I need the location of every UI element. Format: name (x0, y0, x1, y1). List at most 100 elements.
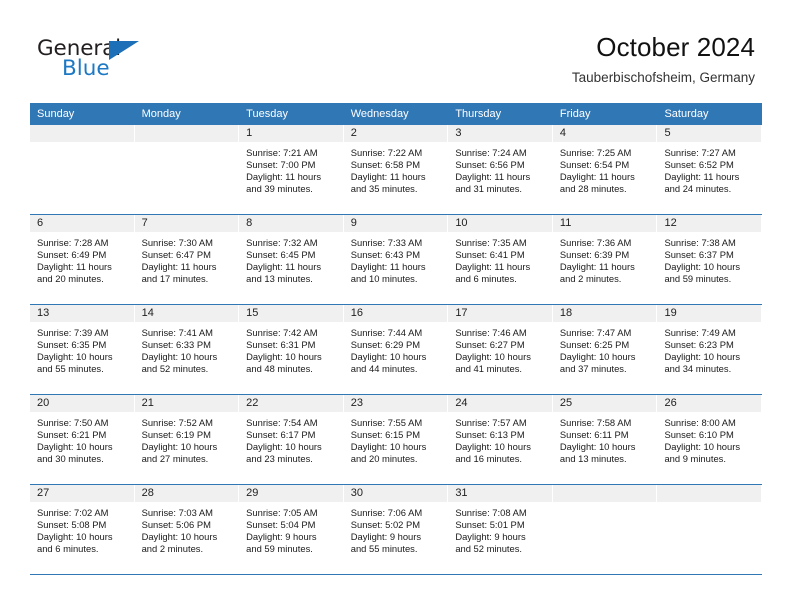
day-number: 12 (657, 215, 762, 232)
calendar-day-cell[interactable]: 15 Sunrise: 7:42 AM Sunset: 6:31 PM Dayligh… (239, 305, 344, 394)
day-number: 7 (134, 215, 239, 232)
calendar-day-cell[interactable]: 2 Sunrise: 7:22 AM Sunset: 6:58 PM Daylight… (343, 125, 449, 214)
day-sun-info (135, 142, 239, 147)
calendar-day-cell[interactable]: 9 Sunrise: 7:33 AM Sunset: 6:43 PM Daylight… (343, 215, 449, 304)
daylight-line-cont: and 55 minutes. (37, 363, 104, 375)
daylight-line-cont: and 6 minutes. (455, 273, 517, 285)
daylight-line-cont: and 24 minutes. (664, 183, 732, 195)
calendar-day-cell[interactable]: 23 Sunrise: 7:55 AM Sunset: 6:15 PM Dayligh… (343, 395, 449, 484)
daylight-line: Daylight: 10 hours (141, 441, 218, 453)
daylight-line: Daylight: 11 hours (455, 261, 531, 273)
sunrise-line: Sunrise: 8:00 AM (664, 417, 736, 428)
calendar-day-cell[interactable]: 14 Sunrise: 7:41 AM Sunset: 6:33 PM Dayligh… (134, 305, 240, 394)
day-number: 22 (239, 395, 343, 412)
calendar-day-cell[interactable]: 8 Sunrise: 7:32 AM Sunset: 6:45 PM Daylight… (239, 215, 344, 304)
calendar-weeks: 1 Sunrise: 7:21 AM Sunset: 7:00 PM Daylight… (30, 125, 763, 575)
calendar-day-cell[interactable]: 17 Sunrise: 7:46 AM Sunset: 6:27 PM Dayligh… (448, 305, 553, 394)
daylight-line-cont: and 6 minutes. (37, 543, 99, 555)
sunset-line: Sunset: 6:17 PM (246, 429, 316, 441)
daylight-line: Daylight: 11 hours (350, 171, 426, 183)
calendar-day-cell[interactable]: 28 Sunrise: 7:03 AM Sunset: 5:06 PM Dayligh… (134, 485, 240, 574)
calendar-day-cell[interactable]: 12 Sunrise: 7:38 AM Sunset: 6:37 PM Dayligh… (657, 215, 763, 304)
calendar-day-cell[interactable]: 5 Sunrise: 7:27 AM Sunset: 6:52 PM Daylight… (657, 125, 763, 214)
day-sun-info: Sunrise: 7:05 AM Sunset: 5:04 PM Daylight:… (239, 502, 343, 555)
day-number: 26 (657, 395, 762, 412)
sunrise-line: Sunrise: 7:49 AM (664, 327, 736, 338)
day-sun-info: Sunrise: 7:55 AM Sunset: 6:15 PM Daylight:… (344, 412, 448, 465)
weekday-header-tuesday: Tuesday (246, 108, 288, 120)
day-sun-info: Sunrise: 7:52 AM Sunset: 6:19 PM Daylight:… (135, 412, 239, 465)
calendar-day-cell[interactable]: 20 Sunrise: 7:50 AM Sunset: 6:21 PM Dayligh… (30, 395, 135, 484)
day-number: 2 (343, 125, 448, 142)
daylight-line-cont: and 13 minutes. (559, 453, 627, 465)
day-sun-info: Sunrise: 7:24 AM Sunset: 6:56 PM Daylight:… (448, 142, 552, 195)
calendar-day-cell[interactable]: 18 Sunrise: 7:47 AM Sunset: 6:25 PM Dayligh… (552, 305, 658, 394)
calendar-week-row: 6 Sunrise: 7:28 AM Sunset: 6:49 PM Daylight… (30, 215, 763, 305)
calendar-day-cell[interactable]: 6 Sunrise: 7:28 AM Sunset: 6:49 PM Daylight… (30, 215, 135, 304)
day-number (134, 125, 239, 142)
sunset-line: Sunset: 6:43 PM (350, 249, 421, 261)
sunset-line: Sunset: 6:58 PM (350, 159, 421, 171)
calendar-day-cell[interactable]: 22 Sunrise: 7:54 AM Sunset: 6:17 PM Dayligh… (239, 395, 344, 484)
calendar-day-cell[interactable]: 13 Sunrise: 7:39 AM Sunset: 6:35 PM Dayligh… (30, 305, 135, 394)
day-sun-info: Sunrise: 7:03 AM Sunset: 5:06 PM Daylight:… (135, 502, 239, 555)
general-blue-logo[interactable]: General Blue (37, 38, 167, 86)
calendar-week-row: 13 Sunrise: 7:39 AM Sunset: 6:35 PM Dayligh… (30, 305, 763, 395)
daylight-line: Daylight: 11 hours (350, 261, 426, 273)
day-number: 24 (448, 395, 552, 412)
weekday-header-monday: Monday (141, 108, 181, 120)
daylight-line: Daylight: 10 hours (664, 441, 741, 453)
daylight-line-cont: and 23 minutes. (246, 453, 313, 465)
sunset-line: Sunset: 6:31 PM (246, 339, 316, 351)
sunset-line: Sunset: 6:45 PM (246, 249, 316, 261)
sunrise-line: Sunrise: 7:35 AM (455, 237, 527, 248)
sunrise-line: Sunrise: 7:55 AM (350, 417, 423, 428)
day-number: 19 (657, 305, 762, 322)
sunset-line: Sunset: 6:23 PM (664, 339, 734, 351)
calendar-day-cell[interactable]: 31 Sunrise: 7:08 AM Sunset: 5:01 PM Dayligh… (448, 485, 553, 574)
daylight-line: Daylight: 10 hours (37, 531, 113, 543)
sunrise-line: Sunrise: 7:27 AM (664, 147, 736, 158)
day-sun-info: Sunrise: 7:46 AM Sunset: 6:27 PM Daylight:… (448, 322, 552, 375)
day-sun-info (657, 502, 761, 507)
day-number (30, 125, 134, 142)
daylight-line: Daylight: 9 hours (455, 531, 526, 543)
day-number: 4 (552, 125, 657, 142)
daylight-line-cont: and 20 minutes. (37, 273, 104, 285)
calendar-day-cell[interactable]: 25 Sunrise: 7:58 AM Sunset: 6:11 PM Dayligh… (552, 395, 658, 484)
sunrise-line: Sunrise: 7:05 AM (246, 507, 318, 518)
calendar-day-cell[interactable]: 7 Sunrise: 7:30 AM Sunset: 6:47 PM Daylight… (134, 215, 240, 304)
calendar-empty-cell (30, 125, 135, 214)
daylight-line: Daylight: 10 hours (37, 441, 113, 453)
sunrise-line: Sunrise: 7:32 AM (246, 237, 318, 248)
calendar-day-cell[interactable]: 29 Sunrise: 7:05 AM Sunset: 5:04 PM Dayligh… (239, 485, 344, 574)
calendar-day-cell[interactable]: 4 Sunrise: 7:25 AM Sunset: 6:54 PM Daylight… (552, 125, 658, 214)
daylight-line-cont: and 48 minutes. (246, 363, 313, 375)
day-sun-info: Sunrise: 7:57 AM Sunset: 6:13 PM Daylight:… (448, 412, 552, 465)
calendar-empty-cell (134, 125, 240, 214)
calendar-day-cell[interactable]: 19 Sunrise: 7:49 AM Sunset: 6:23 PM Dayligh… (657, 305, 763, 394)
calendar-day-cell[interactable]: 30 Sunrise: 7:06 AM Sunset: 5:02 PM Dayligh… (343, 485, 449, 574)
calendar-day-cell[interactable]: 26 Sunrise: 8:00 AM Sunset: 6:10 PM Dayligh… (657, 395, 763, 484)
calendar-day-cell[interactable]: 1 Sunrise: 7:21 AM Sunset: 7:00 PM Daylight… (239, 125, 344, 214)
calendar-day-cell[interactable]: 11 Sunrise: 7:36 AM Sunset: 6:39 PM Dayligh… (552, 215, 658, 304)
calendar-day-cell[interactable]: 16 Sunrise: 7:44 AM Sunset: 6:29 PM Dayligh… (343, 305, 449, 394)
calendar-day-cell[interactable]: 24 Sunrise: 7:57 AM Sunset: 6:13 PM Dayligh… (448, 395, 553, 484)
sunset-line: Sunset: 6:49 PM (37, 249, 107, 261)
calendar-day-cell[interactable]: 3 Sunrise: 7:24 AM Sunset: 6:56 PM Daylight… (448, 125, 553, 214)
calendar-day-cell[interactable]: 27 Sunrise: 7:02 AM Sunset: 5:08 PM Dayligh… (30, 485, 135, 574)
calendar-day-cell[interactable]: 10 Sunrise: 7:35 AM Sunset: 6:41 PM Dayligh… (448, 215, 553, 304)
daylight-line: Daylight: 10 hours (141, 351, 218, 363)
calendar-week-row: 1 Sunrise: 7:21 AM Sunset: 7:00 PM Daylight… (30, 125, 763, 215)
page-header: General Blue October 2024 Tauberbischofs… (0, 0, 792, 103)
sunrise-line: Sunrise: 7:25 AM (559, 147, 632, 158)
daylight-line: Daylight: 10 hours (664, 261, 741, 273)
sunrise-line: Sunrise: 7:03 AM (141, 507, 213, 518)
calendar-day-cell[interactable]: 21 Sunrise: 7:52 AM Sunset: 6:19 PM Dayligh… (134, 395, 240, 484)
sunset-line: Sunset: 5:02 PM (350, 519, 421, 531)
day-sun-info: Sunrise: 7:32 AM Sunset: 6:45 PM Daylight:… (239, 232, 343, 285)
sunset-line: Sunset: 5:06 PM (141, 519, 211, 531)
daylight-line-cont: and 27 minutes. (141, 453, 209, 465)
daylight-line: Daylight: 10 hours (350, 351, 427, 363)
daylight-line-cont: and 13 minutes. (246, 273, 313, 285)
